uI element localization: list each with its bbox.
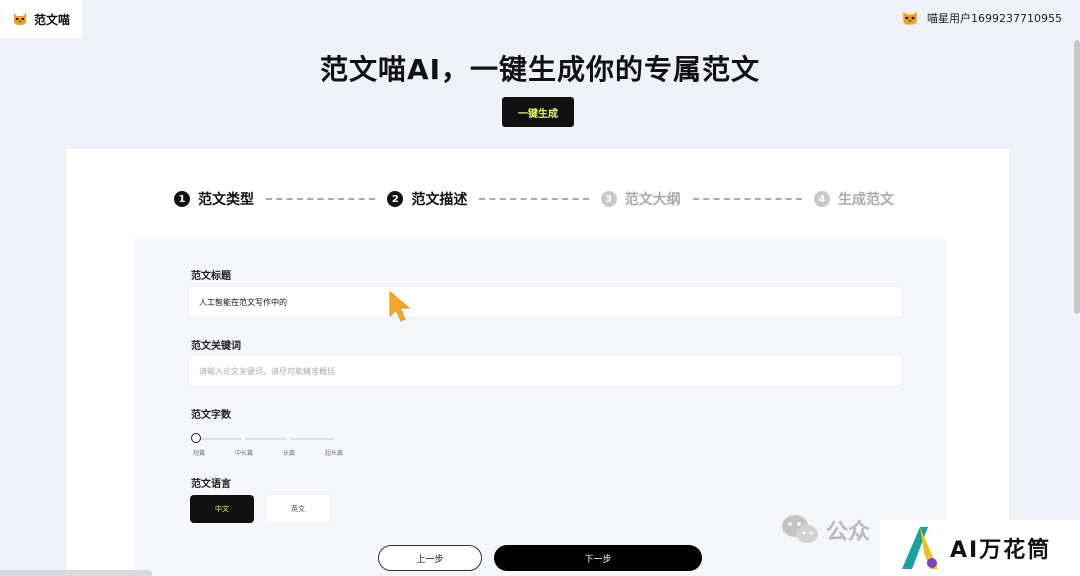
- step-label: 范文大纲: [624, 192, 681, 208]
- wordcount-option-short[interactable]: 短篇: [193, 448, 205, 457]
- wechat-watermark: 公众: [780, 512, 870, 548]
- cat-avatar-icon: [901, 10, 919, 26]
- title-label: 范文标题: [191, 271, 231, 282]
- keywords-input[interactable]: 请输入论文关键词，请尽可能精准概括: [189, 356, 902, 386]
- wechat-icon: [782, 515, 818, 543]
- cat-icon: [12, 12, 28, 26]
- mouse-cursor-icon: [389, 290, 411, 322]
- page-title: 范文喵AI，一键生成你的专属范文: [319, 53, 761, 86]
- one-click-generate-button[interactable]: 一键生成: [502, 97, 574, 127]
- stepper: 1 范文类型 2 范文描述 3 范文大纲 4 生成范文: [174, 187, 894, 211]
- wechat-text: 公众: [826, 520, 871, 545]
- step-label: 生成范文: [837, 192, 894, 208]
- slider-track: [245, 438, 287, 440]
- scrollbar-thumb[interactable]: [1074, 40, 1080, 314]
- step-4[interactable]: 4 生成范文: [813, 189, 894, 209]
- step-2[interactable]: 2 范文描述: [387, 189, 467, 209]
- user-menu[interactable]: 喵星用户1699237710955: [901, 10, 1062, 26]
- wordcount-option-medium[interactable]: 中长篇: [235, 448, 253, 457]
- bottom-scrollbar[interactable]: [0, 570, 152, 576]
- slider-track: [199, 438, 241, 440]
- wordcount-option-extra-long[interactable]: 超长篇: [325, 448, 343, 457]
- step-1[interactable]: 1 范文类型: [174, 189, 254, 209]
- step-connector: [692, 198, 802, 200]
- language-chinese-button[interactable]: 中文: [190, 495, 254, 523]
- slider-knob[interactable]: [191, 433, 201, 443]
- ai-logo-icon: [902, 527, 938, 569]
- next-step-button[interactable]: 下一步: [494, 545, 702, 571]
- step-number: 2: [387, 191, 404, 207]
- user-name: 喵星用户1699237710955: [927, 12, 1062, 25]
- brand-name: 范文喵: [34, 12, 71, 27]
- ai-logo-text: AI万花筒: [950, 538, 1052, 563]
- step-3[interactable]: 3 范文大纲: [600, 189, 681, 209]
- ai-logo-watermark: AI万花筒: [880, 520, 1080, 576]
- slider-track: [291, 438, 333, 440]
- prev-step-button[interactable]: 上一步: [378, 545, 482, 571]
- step-number: 1: [174, 191, 190, 207]
- language-label: 范文语言: [191, 479, 231, 490]
- step-connector: [479, 198, 589, 200]
- language-english-button[interactable]: 英文: [266, 495, 330, 523]
- keywords-label: 范文关键词: [191, 341, 241, 352]
- step-label: 范文类型: [198, 192, 254, 208]
- step-number: 4: [813, 191, 830, 207]
- brand-logo[interactable]: 范文喵: [0, 0, 82, 38]
- title-input[interactable]: 人工智能在范文写作中的: [189, 287, 902, 317]
- step-number: 3: [600, 191, 617, 207]
- step-label: 范文描述: [411, 192, 468, 208]
- step-connector: [266, 198, 376, 200]
- wordcount-option-long[interactable]: 长篇: [283, 448, 295, 457]
- wordcount-slider[interactable]: 短篇 中长篇 长篇 超长篇: [191, 432, 363, 462]
- wordcount-label: 范文字数: [191, 410, 231, 421]
